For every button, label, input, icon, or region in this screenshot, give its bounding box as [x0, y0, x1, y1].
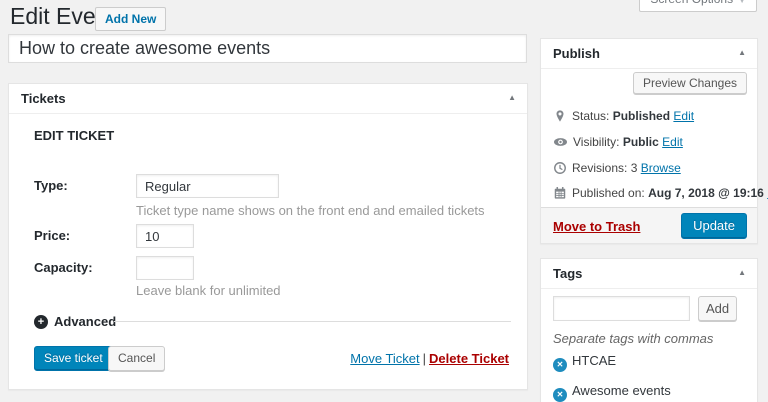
tickets-metabox: Tickets ▲ EDIT TICKET Type: Ticket type … — [8, 83, 528, 390]
visibility-value: Public — [622, 135, 659, 149]
type-label: Type: — [34, 178, 68, 193]
tickets-metabox-title: Tickets — [21, 91, 66, 106]
remove-tag-icon[interactable]: ✕ — [553, 358, 567, 372]
publish-metabox-header[interactable]: Publish ▲ — [541, 39, 757, 69]
move-to-trash-link[interactable]: Move to Trash — [553, 219, 640, 234]
published-on-row: Published on: Aug 7, 2018 @ 19:16 Edit — [553, 186, 768, 200]
publish-metabox: Publish ▲ Preview Changes Status: Publis… — [540, 38, 768, 244]
screen-options-button[interactable]: Screen Options ▼ — [639, 0, 757, 12]
tags-help-text: Separate tags with commas — [553, 331, 714, 346]
preview-changes-button[interactable]: Preview Changes — [632, 72, 747, 94]
tickets-metabox-header[interactable]: Tickets ▲ — [9, 84, 527, 114]
edit-visibility-link[interactable]: Edit — [662, 135, 683, 149]
add-tag-button[interactable]: Add — [698, 296, 738, 321]
published-on-value: Aug 7, 2018 @ 19:16 — [648, 186, 764, 200]
tags-metabox: Tags ▲ Add Separate tags with commas ✕ HT… — [540, 258, 758, 402]
status-row: Status: Published Edit — [553, 109, 694, 123]
status-value: Published — [612, 109, 671, 123]
tags-metabox-title: Tags — [553, 266, 583, 281]
advanced-label: Advanced — [54, 314, 117, 329]
edit-ticket-heading: EDIT TICKET — [34, 128, 115, 143]
status-label: Status: — [572, 109, 610, 123]
advanced-divider — [114, 321, 511, 322]
visibility-label: Visibility: — [573, 135, 620, 149]
save-ticket-button[interactable]: Save ticket — [34, 346, 113, 371]
collapse-icon[interactable]: ▲ — [738, 268, 746, 277]
tag-item: ✕ Awesome events — [553, 383, 671, 402]
capacity-help-text: Leave blank for unlimited — [136, 283, 281, 298]
edit-status-link[interactable]: Edit — [673, 109, 694, 123]
ticket-type-input[interactable] — [136, 174, 279, 198]
capacity-label: Capacity: — [34, 260, 93, 275]
add-new-button[interactable]: Add New — [95, 7, 167, 31]
revisions-row: Revisions: 3 Browse — [553, 161, 681, 175]
new-tag-input[interactable] — [553, 296, 690, 321]
ticket-capacity-input[interactable] — [136, 256, 194, 280]
browse-revisions-link[interactable]: Browse — [641, 161, 681, 175]
delete-ticket-link[interactable]: Delete Ticket — [429, 351, 509, 366]
revisions-count: 3 — [630, 161, 638, 175]
calendar-icon — [554, 187, 566, 199]
collapse-icon[interactable]: ▲ — [508, 93, 516, 102]
tag-item: ✕ HTCAE — [553, 353, 616, 372]
move-ticket-link[interactable]: Move Ticket — [350, 351, 419, 366]
revisions-clock-icon — [554, 162, 566, 174]
publish-metabox-title: Publish — [553, 46, 600, 61]
tag-label: HTCAE — [572, 353, 617, 368]
eye-icon — [553, 138, 568, 146]
link-separator: | — [422, 351, 427, 366]
event-title-input[interactable] — [8, 34, 527, 63]
revisions-label: Revisions: — [572, 161, 628, 175]
edit-event-page: Edit Event Add New Screen Options▼ Ticke… — [0, 0, 768, 402]
tags-metabox-header[interactable]: Tags ▲ — [541, 259, 757, 289]
ticket-price-input[interactable] — [136, 224, 194, 248]
price-label: Price: — [34, 228, 71, 243]
advanced-toggle[interactable]: + Advanced — [34, 314, 116, 329]
chevron-down-icon: ▼ — [738, 0, 746, 5]
visibility-row: Visibility: Public Edit — [553, 135, 683, 149]
screen-options-label: Screen Options — [650, 0, 733, 6]
tag-list: ✕HTCAE✕Awesome events✕event creation — [553, 353, 749, 402]
type-help-text: Ticket type name shows on the front end … — [136, 203, 485, 218]
tag-label: Awesome events — [572, 383, 671, 398]
plus-circle-icon: + — [34, 314, 48, 329]
remove-tag-icon[interactable]: ✕ — [553, 388, 567, 402]
cancel-button[interactable]: Cancel — [108, 346, 166, 371]
collapse-icon[interactable]: ▲ — [738, 48, 746, 57]
publishing-actions-footer: Move to Trash Update — [541, 207, 757, 243]
ticket-links: Move Ticket | Delete Ticket — [350, 351, 509, 366]
pin-icon — [556, 110, 564, 122]
published-on-label: Published on: — [572, 186, 645, 200]
update-button[interactable]: Update — [681, 213, 747, 239]
